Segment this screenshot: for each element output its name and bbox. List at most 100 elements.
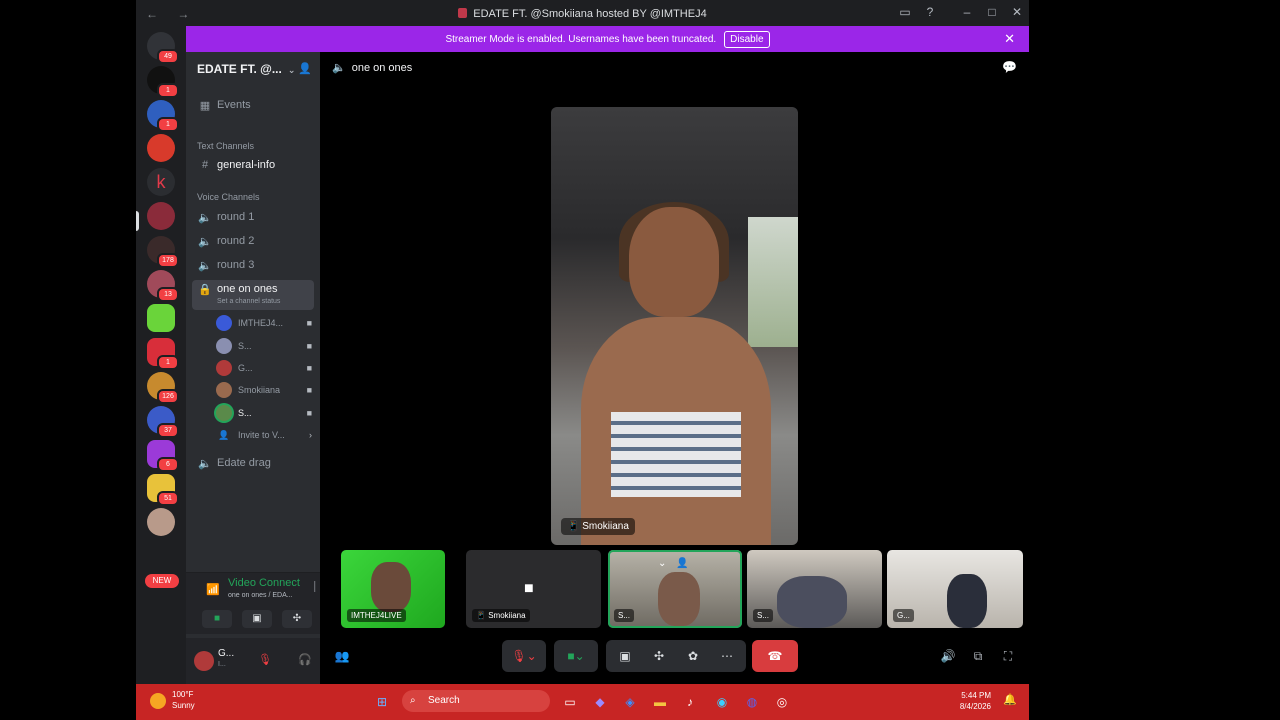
server-icon[interactable]: 1 [147,338,179,370]
edge-icon[interactable]: ◉ [712,692,732,712]
maximize-icon[interactable]: □ [983,5,1001,19]
notification-icon[interactable]: 🔔 [1003,693,1017,706]
tile-name-tag: S... [753,609,774,622]
server-icon[interactable] [147,202,175,230]
invite-people-icon[interactable]: 👥 [332,640,352,672]
voice-status[interactable]: Video Connect [228,577,300,589]
tile-name-tag: 📱 Smokiiana [472,609,530,622]
minimize-icon[interactable]: – [958,5,976,19]
participant-tile[interactable]: ■ 📱 Smokiiana [466,550,601,628]
soundboard-icon[interactable]: ✿ [682,640,704,672]
inbox-icon[interactable]: ▭ [896,5,914,19]
channel-general-info[interactable]: # general-info [192,154,314,176]
task-view-icon[interactable]: ▭ [560,692,580,712]
voice-user[interactable]: Smokiiana ■ [216,380,314,400]
guild-header[interactable]: EDATE FT. @... ⌄ [197,62,295,76]
voice-category[interactable]: Voice Channels [197,192,260,202]
participant-tile[interactable]: IMTHEJ4LIVE [341,550,445,628]
channel-round-3[interactable]: 🔈 round 3 [192,254,314,276]
participant-tile[interactable]: G... [887,550,1023,628]
channel-round-1[interactable]: 🔈 round 1 [192,206,314,228]
chevron-down-icon[interactable]: ⌄ [658,558,666,569]
server-icon[interactable]: 1 [147,100,179,132]
volume-icon[interactable]: 🔊 [938,640,958,672]
server-icon[interactable]: 51 [147,474,179,506]
add-member-icon[interactable]: 👤 [298,62,312,75]
voice-user[interactable]: G... ■ [216,358,314,378]
call-controls: 👥 🎙⌄ ■⌄ ▣ ✣ ✿ ⋯ ☎ 🔊 ⧉ ⛶ [320,636,1029,676]
activities-button[interactable]: ✣ [282,610,312,628]
participant-tile[interactable]: S... [747,550,882,628]
server-icon[interactable]: 37 [147,406,179,438]
window-title-text: EDATE FT. @Smokiiana hosted BY @IMTHEJ4 [473,8,707,20]
windows-start-icon[interactable]: ⊞ [372,692,392,712]
invite-to-voice[interactable]: 👤 Invite to V... › [216,425,314,445]
banner-close-icon[interactable]: ✕ [1004,31,1015,47]
windows-taskbar: 100°F Sunny ⊞ ⌕ Search ▭ ◆ ◈ ▬ ♪ ◉ ◍ ◎ 5:4… [136,684,1029,720]
weather-icon[interactable] [150,693,166,709]
voice-user[interactable]: IMTHEJ4... ■ [216,313,314,333]
featured-video[interactable]: 📱 Smokiiana [551,107,798,545]
server-icon[interactable] [147,134,175,162]
camera-button[interactable]: ■ [202,610,232,628]
voice-user[interactable]: S... ■ [216,403,314,423]
speaker-icon: 🔈 [198,235,212,248]
taskbar-search[interactable]: ⌕ Search [402,690,550,712]
clock[interactable]: 5:44 PM 8/4/2026 [960,690,991,712]
server-icon[interactable]: 13 [147,270,179,302]
disconnect-button[interactable]: ☎ [752,640,798,672]
time: 5:44 PM [961,691,991,700]
screen-share-icon[interactable]: ▣ [614,640,636,672]
channel-status-hint[interactable]: Set a channel status [217,298,280,305]
disable-button[interactable]: Disable [724,30,770,48]
channel-edate-drag[interactable]: 🔈 Edate drag [192,452,314,474]
noise-suppression-icon[interactable]: ⏐ [312,582,318,593]
server-icon[interactable]: k [147,168,175,196]
server-icon[interactable]: 126 [147,372,179,404]
server-icon[interactable] [147,304,175,332]
server-icon[interactable]: 6 [147,440,179,472]
teams-icon[interactable]: ◆ [590,692,610,712]
camera-button[interactable]: ■⌄ [554,640,598,672]
video-icon: ■ [306,341,312,351]
server-icon[interactable]: 178 [147,236,179,268]
channel-round-2[interactable]: 🔈 round 2 [192,230,314,252]
app-icon[interactable]: ◎ [772,692,792,712]
channel-one-on-ones[interactable]: 🔒 one on ones [192,280,314,310]
tiktok-icon[interactable]: ♪ [680,692,700,712]
edge-copilot-icon[interactable]: ◈ [620,692,640,712]
channel-sidebar: EDATE FT. @... ⌄ 👤 ▦ Events Text Channels … [186,52,344,684]
user-name[interactable]: G... [218,648,234,659]
close-icon[interactable]: ✕ [1008,5,1026,19]
activities-icon[interactable]: ✣ [648,640,670,672]
home-icon[interactable]: 49 [147,32,179,64]
participant-tile-speaking[interactable]: ⌄ 👤 S... [608,550,742,628]
text-category[interactable]: Text Channels [197,141,254,151]
server-icon[interactable] [147,508,175,536]
voice-user[interactable]: S... ■ [216,336,314,356]
weather-widget[interactable]: 100°F Sunny [172,689,195,711]
channel-label: round 3 [217,259,255,271]
server-badge: 37 [157,423,179,438]
user-status: I... [218,661,226,668]
headphones-icon[interactable]: 🎧 [298,653,312,666]
chat-icon[interactable]: 💬 [1002,60,1017,74]
add-user-icon[interactable]: 👤 [676,558,688,569]
search-icon: ⌕ [410,695,416,706]
fullscreen-icon[interactable]: ⛶ [998,640,1018,672]
speaker-icon: 🔈 [198,259,212,272]
screen-share-button[interactable]: ▣ [242,610,272,628]
pop-out-icon[interactable]: ⧉ [968,640,988,672]
file-explorer-icon[interactable]: ▬ [650,692,670,712]
search-label: Search [428,695,460,706]
events-item[interactable]: ▦ Events [192,94,314,116]
help-icon[interactable]: ? [921,5,939,19]
muted-mic-icon[interactable]: 🎙 [258,653,272,666]
avatar[interactable] [194,651,214,671]
voice-location[interactable]: one on ones / EDA... [228,592,293,599]
mute-button[interactable]: 🎙⌄ [502,640,546,672]
more-icon[interactable]: ⋯ [716,640,738,672]
new-badge[interactable]: NEW [145,574,179,588]
discord-icon[interactable]: ◍ [742,692,762,712]
server-icon[interactable]: 1 [147,66,179,98]
